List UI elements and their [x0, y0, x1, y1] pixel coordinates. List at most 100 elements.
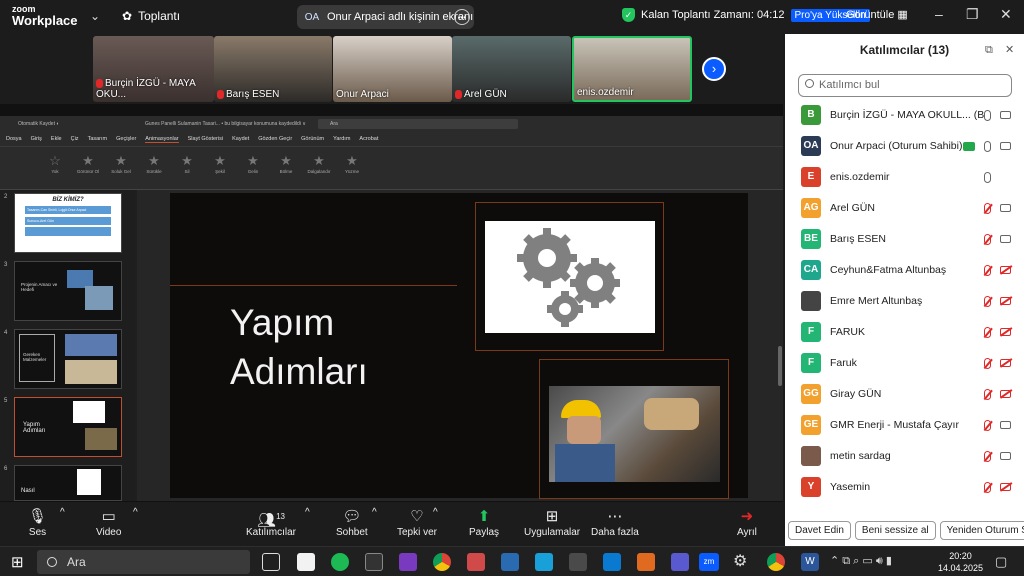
leave-button[interactable]: ➜ Ayrıl [737, 507, 757, 538]
visual-studio-icon[interactable] [399, 553, 417, 571]
zoom-app-icon[interactable]: zm [699, 553, 719, 571]
slide-thumbnail[interactable]: Gereken Malzemeler [14, 329, 122, 389]
spotify-icon[interactable] [331, 553, 349, 571]
menu-item[interactable]: Acrobat [359, 136, 378, 142]
chrome-icon[interactable] [767, 553, 785, 571]
taskbar-search[interactable]: Ara [37, 550, 250, 574]
worker-image-frame[interactable] [539, 359, 729, 499]
video-tile[interactable]: Onur Arpaci [333, 36, 452, 102]
gear-image-frame[interactable] [475, 202, 664, 351]
slide-thumbnail-selected[interactable]: Yapım Adımları [14, 397, 122, 457]
video-tile[interactable]: Arel GÜN [452, 36, 571, 102]
participant-row[interactable]: F FARUK [785, 317, 1024, 348]
chevron-up-icon[interactable]: ^ [305, 507, 310, 518]
invite-button[interactable]: Davet Edin [788, 520, 851, 540]
menu-item[interactable]: Çiz [71, 136, 79, 142]
menu-item[interactable]: Gözden Geçir [258, 136, 292, 142]
participant-row[interactable]: OA Onur Arpaci (Oturum Sahibi) [785, 131, 1024, 162]
menu-item[interactable]: Slayt Gösterisi [188, 136, 223, 142]
autosave-toggle[interactable]: Otomatik Kaydet ◐ [18, 121, 59, 127]
menu-item-active[interactable]: Animasyonlar [145, 136, 179, 143]
notification-icon[interactable]: ▢ [995, 554, 1007, 570]
participant-search-input[interactable]: Katılımcı bul [798, 74, 1012, 97]
video-tile[interactable]: Burçin İZGÜ - MAYA OKU... [93, 36, 214, 102]
video-button[interactable]: ▭ Video [96, 507, 121, 538]
scrollbar-thumb[interactable] [778, 346, 782, 386]
animation-option[interactable]: ★ Gelin [238, 153, 268, 174]
participant-row[interactable]: F Faruk [785, 348, 1024, 379]
meeting-menu[interactable]: ✿ Toplantı [122, 9, 180, 23]
word-icon[interactable]: W [801, 553, 819, 571]
windows-start-icon[interactable]: ⊞ [11, 553, 24, 571]
participant-row[interactable]: metin sardag [785, 441, 1024, 472]
share-button[interactable]: ⬆ Paylaş [469, 507, 499, 538]
current-slide[interactable]: Yapım Adımları [170, 193, 748, 499]
chevron-up-icon[interactable]: ^ [133, 507, 138, 518]
chrome-icon[interactable] [433, 553, 451, 571]
close-icon[interactable]: ✕ [1005, 43, 1014, 57]
chevron-up-icon[interactable]: ^ [60, 507, 65, 518]
security-shield-icon[interactable]: ✓ [622, 8, 635, 22]
animation-option[interactable]: ★ Sürükle [139, 153, 169, 174]
slide-thumbnail[interactable]: Projenin Amacı ve Hedefi [14, 261, 122, 321]
video-tile-active-speaker[interactable]: enis.ozdemir [572, 36, 692, 102]
next-page-button[interactable]: › [702, 57, 726, 81]
menu-item[interactable]: Dosya [6, 136, 22, 142]
menu-item[interactable]: Kaydet [232, 136, 249, 142]
animation-option[interactable]: ★ Şekil [205, 153, 235, 174]
app-icon[interactable] [535, 553, 553, 571]
chevron-up-icon[interactable]: ^ [372, 507, 377, 518]
app-icon[interactable] [501, 553, 519, 571]
more-options-icon[interactable]: ••• [454, 9, 470, 25]
react-button[interactable]: ♡ Tepki ver [397, 507, 437, 538]
menu-item[interactable]: Geçişler [116, 136, 136, 142]
animation-option[interactable]: ★ Yüzme [337, 153, 367, 174]
participant-row[interactable]: Emre Mert Altunbaş [785, 286, 1024, 317]
mute-me-button[interactable]: Beni sessize al [854, 520, 936, 540]
participant-row[interactable]: Eenis.ozdemir [785, 162, 1024, 193]
more-button[interactable]: ⋯ Daha fazla [591, 507, 639, 538]
participants-button[interactable]: 👥︎13 Katılımcılar [246, 507, 296, 538]
slide-title[interactable]: Yapım Adımları [230, 298, 368, 396]
view-menu[interactable]: Görüntüle ▦ [846, 8, 908, 21]
minimize-icon[interactable]: – [935, 6, 943, 22]
participant-row[interactable]: BE Barış ESEN [785, 224, 1024, 255]
screen-share-indicator[interactable]: OA Onur Arpaci adlı kişinin ekranı ••• [297, 5, 474, 29]
animation-option[interactable]: ★ Sil [172, 153, 202, 174]
task-view-icon[interactable] [262, 553, 280, 571]
ppt-search[interactable]: Ara [318, 119, 518, 129]
animation-option[interactable]: ★ Bölme [271, 153, 301, 174]
terminal-icon[interactable] [365, 553, 383, 571]
chevron-down-icon[interactable]: ⌄ [90, 9, 100, 23]
menu-item[interactable]: Giriş [31, 136, 42, 142]
apps-button[interactable]: ⊞ Uygulamalar [524, 507, 580, 538]
restore-icon[interactable]: ❐ [966, 6, 979, 23]
participant-row[interactable]: Y Yasemin [785, 472, 1024, 503]
animation-option[interactable]: ★ Soluk Gel [106, 153, 136, 174]
audio-button[interactable]: 🎙︎ Ses [28, 507, 47, 538]
participant-row[interactable]: GG Giray GÜN [785, 379, 1024, 410]
vscode-icon[interactable] [603, 553, 621, 571]
menu-item[interactable]: Görünüm [301, 136, 324, 142]
video-tile[interactable]: Barış ESEN [214, 36, 332, 102]
participant-row[interactable]: CA Ceyhun&Fatma Altunbaş [785, 255, 1024, 286]
slide-thumbnail[interactable]: Nasıl [14, 465, 122, 501]
animation-option[interactable]: ★ Görünür Ol [73, 153, 103, 174]
close-icon[interactable]: ✕ [1000, 6, 1012, 23]
participant-row[interactable]: B Burçin İZGÜ - MAYA OKULL... (Ben) [785, 100, 1024, 131]
file-icon[interactable] [297, 553, 315, 571]
menu-item[interactable]: Ekle [51, 136, 62, 142]
chat-button[interactable]: 💬︎ Sohbet [336, 507, 368, 538]
reclaim-host-button[interactable]: Yeniden Oturum Sah [939, 520, 1024, 540]
app-icon[interactable] [637, 553, 655, 571]
animation-option[interactable]: ★ Dalgalandır [304, 153, 334, 174]
settings-icon[interactable]: ⚙ [733, 553, 751, 571]
teams-icon[interactable] [671, 553, 689, 571]
taskbar-clock[interactable]: 20:20 14.04.2025 [938, 550, 983, 574]
participant-row[interactable]: GE GMR Enerji - Mustafa Çayır [785, 410, 1024, 441]
popout-icon[interactable]: ⧉ [985, 43, 993, 57]
menu-item[interactable]: Yardım [333, 136, 350, 142]
menu-item[interactable]: Tasarım [88, 136, 108, 142]
tray-icons[interactable]: ⌃ ⧉ ⌕ ▭ 🔊︎ ▮ [830, 554, 892, 568]
chevron-up-icon[interactable]: ^ [433, 507, 438, 518]
